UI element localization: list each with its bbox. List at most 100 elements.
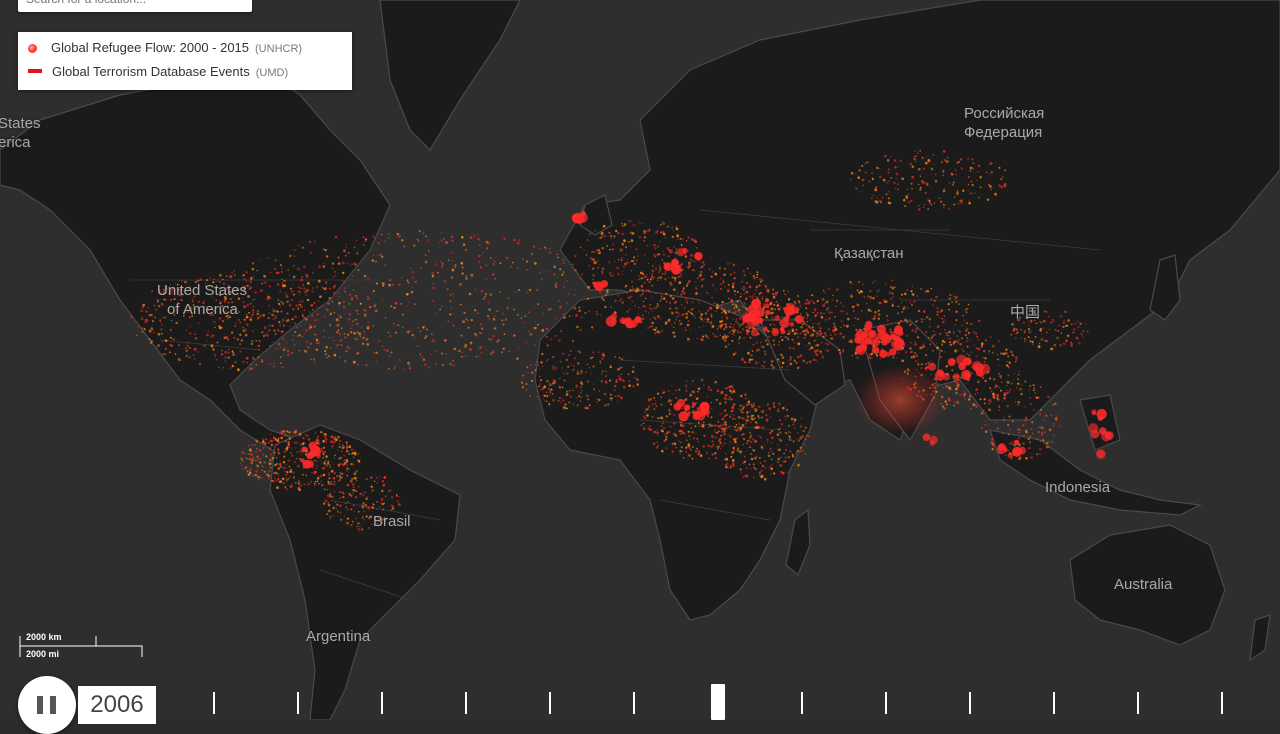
refugee-particle [293, 249, 296, 252]
refugee-particle [718, 430, 720, 433]
place-label-russia-line2: Федерация [964, 124, 1043, 141]
refugee-particle [1082, 330, 1085, 333]
refugee-particle [720, 287, 722, 290]
refugee-particle [1029, 396, 1031, 399]
refugee-particle [923, 167, 925, 170]
refugee-particle [666, 431, 668, 433]
refugee-particle [921, 156, 923, 159]
refugee-particle [488, 308, 491, 311]
refugee-particle [862, 283, 864, 286]
refugee-particle [755, 341, 759, 344]
refugee-particle [968, 193, 970, 195]
refugee-particle [1034, 392, 1036, 394]
refugee-particle [719, 424, 723, 428]
refugee-particle [810, 346, 813, 349]
refugee-particle [348, 322, 350, 324]
refugee-particle [381, 345, 383, 347]
refugee-particle [801, 323, 804, 326]
refugee-particle [394, 364, 397, 367]
refugee-particle [342, 271, 345, 275]
refugee-particle [994, 422, 996, 424]
refugee-particle [461, 235, 464, 239]
refugee-particle [779, 419, 781, 422]
refugee-particle [373, 503, 375, 506]
refugee-particle [724, 427, 727, 430]
timeline-slider[interactable] [0, 680, 1280, 720]
search-input[interactable] [18, 0, 254, 12]
refugee-particle [729, 441, 732, 444]
refugee-particle [284, 463, 287, 466]
refugee-particle [808, 342, 811, 345]
refugee-particle [750, 453, 752, 455]
refugee-particle [742, 269, 745, 273]
refugee-particle [734, 293, 737, 296]
location-search[interactable] [18, 0, 254, 12]
refugee-particle [788, 330, 791, 332]
map-layer [0, 0, 1280, 720]
refugee-particle [915, 155, 917, 157]
refugee-particle [799, 332, 802, 335]
refugee-particle [286, 300, 289, 303]
refugee-particle [729, 435, 732, 438]
refugee-particle [883, 301, 885, 303]
refugee-particle [1003, 416, 1005, 418]
refugee-particle [753, 408, 755, 410]
refugee-particle [256, 451, 258, 453]
refugee-particle [664, 271, 667, 273]
refugee-particle [323, 462, 326, 465]
refugee-particle [763, 350, 767, 353]
refugee-particle [790, 432, 792, 434]
refugee-particle [224, 356, 226, 359]
refugee-particle [478, 331, 481, 334]
refugee-particle [957, 384, 960, 387]
refugee-particle [961, 348, 963, 351]
refugee-particle [812, 334, 814, 336]
refugee-particle [377, 339, 381, 343]
refugee-particle [282, 354, 285, 356]
refugee-particle [854, 317, 857, 319]
refugee-particle [269, 447, 272, 450]
map-canvas[interactable]: United States of America States erica Ро… [0, 0, 1280, 720]
refugee-particle [750, 440, 753, 444]
refugee-particle [779, 431, 782, 434]
refugee-particle [867, 308, 871, 312]
pause-button[interactable] [18, 676, 76, 734]
refugee-particle [283, 435, 285, 437]
refugee-particle [741, 411, 744, 414]
refugee-particle [231, 365, 234, 368]
refugee-particle [586, 394, 589, 397]
legend-item-terrorism-events[interactable]: Global Terrorism Database Events (UMD) [28, 62, 288, 82]
refugee-particle [305, 329, 308, 332]
refugee-particle [212, 348, 215, 351]
legend-item-refugee-flow[interactable]: Global Refugee Flow: 2000 - 2015 (UNHCR) [28, 38, 302, 58]
refugee-particle [333, 483, 336, 486]
refugee-particle [933, 299, 936, 302]
refugee-particle [740, 287, 743, 290]
refugee-particle [724, 345, 727, 348]
refugee-particle [957, 191, 959, 193]
refugee-particle [396, 495, 398, 497]
refugee-particle [998, 386, 1000, 389]
refugee-particle [729, 262, 731, 264]
legend-source: (UMD) [255, 67, 289, 79]
refugee-particle [804, 302, 808, 305]
refugee-particle [252, 474, 255, 477]
refugee-particle [301, 336, 304, 338]
refugee-particle [1003, 396, 1006, 400]
refugee-particle [677, 275, 680, 278]
timeline-handle[interactable] [711, 684, 725, 720]
refugee-particle [606, 288, 609, 291]
refugee-particle [609, 272, 612, 275]
refugee-particle [250, 342, 253, 346]
timeline-tick [381, 692, 383, 714]
refugee-particle [250, 363, 252, 366]
refugee-particle [641, 289, 644, 292]
refugee-particle [799, 436, 803, 440]
refugee-particle [580, 382, 584, 386]
refugee-particle [725, 395, 727, 397]
refugee-particle [660, 231, 663, 234]
refugee-particle [381, 489, 384, 493]
refugee-particle [877, 313, 881, 316]
refugee-particle [1085, 323, 1087, 325]
refugee-particle [233, 270, 235, 272]
